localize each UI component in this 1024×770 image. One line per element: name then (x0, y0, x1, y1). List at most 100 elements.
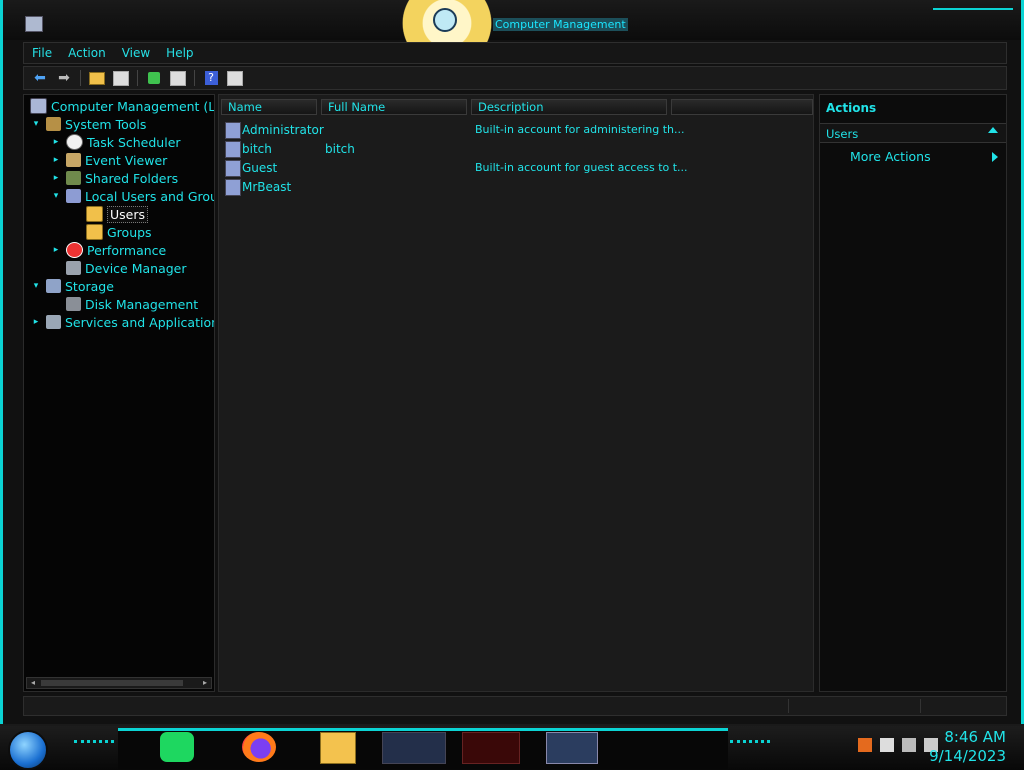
computer-management-icon[interactable] (546, 732, 598, 764)
tree-item-performance[interactable]: ▸ Performance (50, 241, 166, 259)
back-arrow-icon[interactable]: ⬅ (31, 70, 49, 86)
tree-item-services-applications[interactable]: ▸ Services and Applications (30, 313, 215, 331)
window-title: Computer Management (493, 18, 628, 31)
spotify-icon[interactable] (160, 732, 194, 762)
list-header: Name Full Name Description (219, 99, 813, 117)
tree-item-label: Local Users and Grou (85, 188, 215, 204)
clock-time: 8:46 AM (944, 728, 1006, 746)
file-explorer-icon[interactable] (320, 732, 356, 764)
toolbar-separator (80, 70, 81, 86)
system-tray (858, 738, 938, 752)
tree-item-label: System Tools (65, 116, 147, 132)
title-decoration (933, 8, 1013, 40)
clock-date: 9/14/2023 (929, 747, 1006, 765)
app-icon[interactable] (25, 16, 43, 32)
card-app-icon[interactable] (382, 732, 446, 764)
show-hide-tree-icon[interactable] (112, 70, 130, 86)
folder-icon (86, 206, 103, 222)
tree-item-local-users-groups[interactable]: ▾ Local Users and Grou (50, 187, 215, 205)
services-icon (46, 315, 61, 329)
clock-icon (66, 134, 83, 150)
actions-pane: Actions Users More Actions (819, 94, 1007, 692)
tree-item-task-scheduler[interactable]: ▸ Task Scheduler (50, 133, 181, 151)
column-header-description[interactable]: Description (471, 99, 667, 115)
user-icon (225, 122, 241, 139)
tree-item-label: Groups (107, 224, 152, 240)
status-divider (788, 699, 789, 713)
flag-icon[interactable] (880, 738, 894, 752)
menu-action[interactable]: Action (60, 46, 114, 60)
collapse-up-icon[interactable] (988, 127, 998, 133)
start-button[interactable] (8, 730, 48, 770)
chevron-down-icon[interactable]: ▾ (30, 281, 42, 291)
tree-item-label: Performance (87, 242, 167, 258)
chevron-down-icon[interactable]: ▾ (50, 191, 62, 201)
more-actions-link[interactable]: More Actions (850, 149, 931, 164)
column-header-full-name[interactable]: Full Name (321, 99, 467, 115)
tree-item-event-viewer[interactable]: ▸ Event Viewer (50, 151, 168, 169)
mascot-eye (433, 8, 457, 32)
firefox-icon[interactable] (242, 732, 276, 762)
chevron-right-icon[interactable]: ▸ (50, 173, 62, 183)
user-full-name: bitch (325, 142, 355, 156)
horizontal-scrollbar[interactable]: ◂ ▸ (26, 677, 212, 689)
scroll-right-icon[interactable]: ▸ (199, 678, 211, 688)
column-header-name[interactable]: Name (221, 99, 317, 115)
chevron-right-icon[interactable]: ▸ (50, 155, 62, 165)
tree-item-label: Disk Management (85, 296, 199, 312)
java-icon[interactable] (858, 738, 872, 752)
title-bar[interactable]: Computer Management (3, 0, 1021, 58)
chevron-right-icon[interactable]: ▸ (50, 245, 62, 255)
menu-view[interactable]: View (114, 46, 158, 60)
tree-item-system-tools[interactable]: ▾ System Tools (30, 115, 147, 133)
disk-icon (66, 297, 81, 311)
tree-item-label: Device Manager (85, 260, 187, 276)
list-item[interactable]: Administrator Built-in account for admin… (223, 121, 813, 139)
help-icon[interactable]: ? (202, 70, 220, 86)
user-name: MrBeast (242, 180, 292, 194)
user-icon (225, 179, 241, 196)
export-list-icon[interactable] (169, 70, 187, 86)
menu-file[interactable]: File (24, 46, 60, 60)
tree-item-groups[interactable]: Groups (86, 223, 152, 241)
tree-item-shared-folders[interactable]: ▸ Shared Folders (50, 169, 178, 187)
chevron-down-icon[interactable]: ▾ (30, 119, 42, 129)
users-list-view[interactable]: Name Full Name Description Administrator… (218, 94, 814, 692)
list-item[interactable]: MrBeast (223, 178, 813, 196)
network-icon[interactable] (902, 738, 916, 752)
device-manager-icon (66, 261, 81, 275)
list-item[interactable]: bitch bitch (223, 140, 813, 158)
column-header-empty[interactable] (671, 99, 813, 115)
tree-item-computer-management[interactable]: Computer Management (Loc (30, 97, 214, 115)
console-tree[interactable]: Computer Management (Loc ▾ System Tools … (23, 94, 215, 692)
user-name: Guest (242, 161, 278, 175)
user-name: bitch (242, 142, 272, 156)
tree-item-device-manager[interactable]: Device Manager (66, 259, 187, 277)
storage-icon (46, 279, 61, 293)
toolbar-separator (137, 70, 138, 86)
up-folder-icon[interactable] (88, 70, 106, 86)
system-clock[interactable]: 8:46 AM 9/14/2023 (929, 728, 1006, 766)
menu-help[interactable]: Help (158, 46, 201, 60)
show-hide-action-pane-icon[interactable] (226, 70, 244, 86)
actions-section-label: Users (826, 127, 859, 141)
actions-section-users[interactable]: Users (820, 123, 1006, 143)
tree-item-users[interactable]: Users (86, 205, 149, 223)
red-app-icon[interactable] (462, 732, 520, 764)
tree-item-label: Storage (65, 278, 114, 294)
tree-item-label: Services and Applications (65, 314, 215, 330)
tree-item-storage[interactable]: ▾ Storage (30, 277, 114, 295)
scroll-left-icon[interactable]: ◂ (27, 678, 39, 688)
chevron-right-icon[interactable] (992, 152, 998, 162)
chevron-right-icon[interactable]: ▸ (50, 137, 62, 147)
status-bar (23, 696, 1007, 716)
tree-item-disk-management[interactable]: Disk Management (66, 295, 198, 313)
chevron-right-icon[interactable]: ▸ (30, 317, 42, 327)
folder-icon (86, 224, 103, 240)
toolbar-separator (194, 70, 195, 86)
scrollbar-thumb[interactable] (41, 680, 183, 686)
list-item[interactable]: Guest Built-in account for guest access … (223, 159, 813, 177)
tree-item-label: Task Scheduler (87, 134, 181, 150)
forward-arrow-icon[interactable]: ➡ (55, 70, 73, 86)
refresh-icon[interactable] (145, 70, 163, 86)
